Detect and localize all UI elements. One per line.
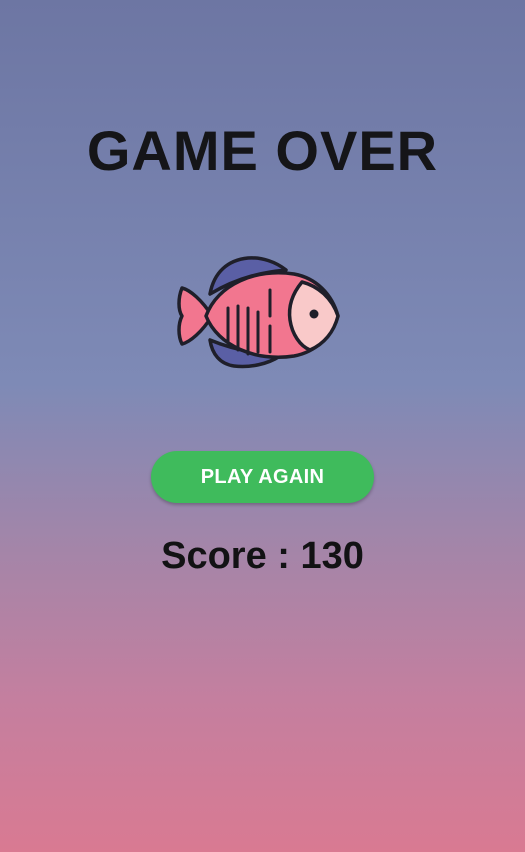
- game-over-screen: GAME OVER PLAY AGAIN Score : 130: [0, 0, 525, 852]
- game-over-title: GAME OVER: [86, 119, 439, 182]
- play-again-button[interactable]: PLAY AGAIN: [151, 451, 374, 503]
- score-text: Score : 130: [161, 535, 364, 577]
- fish-icon: [177, 256, 340, 369]
